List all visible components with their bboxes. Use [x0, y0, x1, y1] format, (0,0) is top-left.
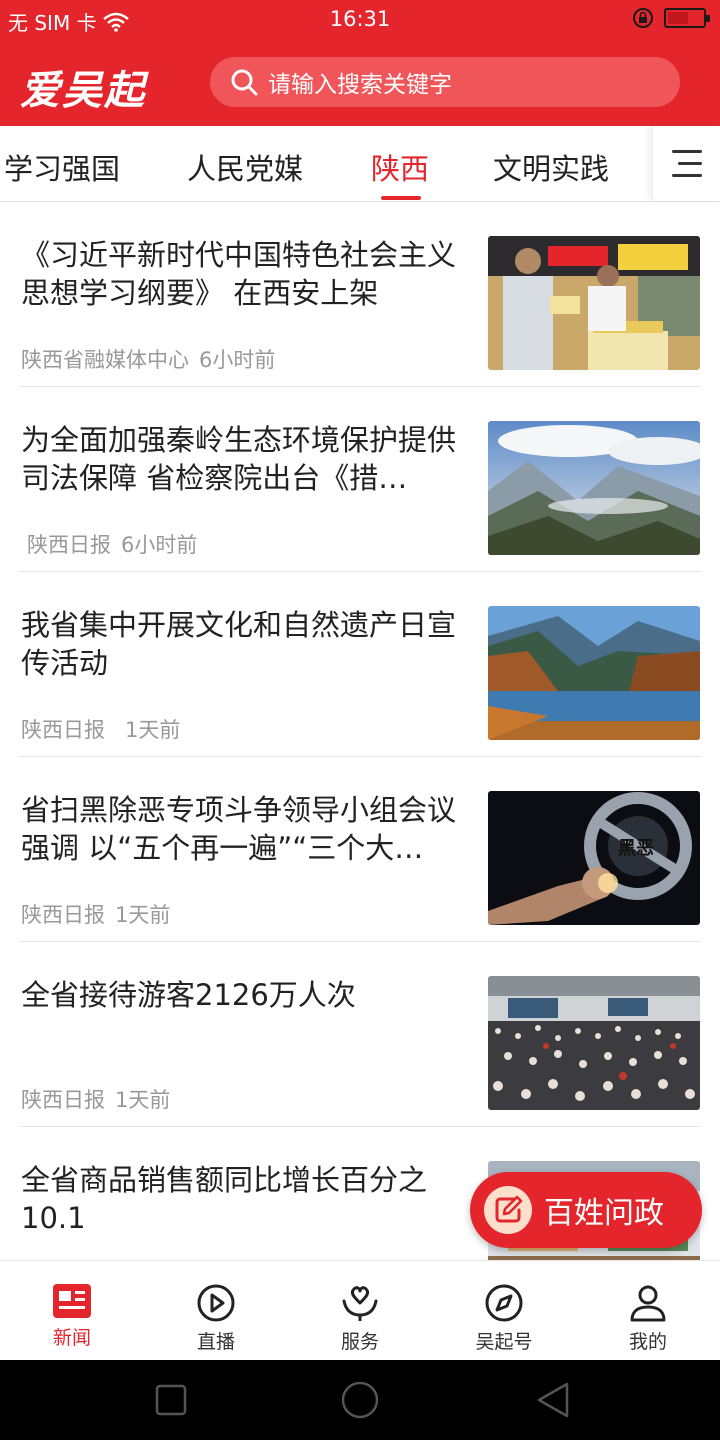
news-source: 陕西日报 [21, 1088, 105, 1112]
news-source: 陕西省融媒体中心 [21, 348, 189, 372]
news-meta: 陕西日报 1天前 [21, 714, 180, 744]
news-item[interactable]: 省扫黑除恶专项斗争领导小组会议强调 以“五个再一遍”“三个大… 陕西日报 1天前 … [20, 757, 700, 942]
nav-service[interactable]: 服务 [288, 1261, 432, 1360]
news-title: 为全面加强秦岭生态环境保护提供司法保障 省检察院出台《措… [21, 423, 457, 495]
news-time: 1天前 [115, 1088, 171, 1112]
news-meta: 陕西日报 1天前 [21, 1084, 170, 1114]
lake-photo [488, 606, 700, 740]
compass-icon [485, 1284, 523, 1322]
tab-shaanxi[interactable]: 陕西 [371, 146, 429, 188]
nav-news[interactable]: 新闻 [0, 1261, 144, 1360]
battery-icon [664, 8, 710, 28]
rotation-lock-icon [633, 8, 653, 28]
news-time: 1天前 [115, 903, 171, 927]
news-item[interactable]: 为全面加强秦岭生态环境保护提供司法保障 省检察院出台《措… 陕西日报 6小时前 [20, 387, 700, 572]
nav-live[interactable]: 直播 [144, 1261, 288, 1360]
news-icon [53, 1284, 91, 1318]
news-meta: 陕西日报 6小时前 [27, 529, 197, 559]
channel-menu-button[interactable] [652, 126, 720, 201]
news-title: 我省集中开展文化和自然遗产日宣传活动 [21, 608, 457, 680]
nav-mine-label: 我的 [628, 1331, 667, 1353]
nav-live-label: 直播 [196, 1331, 235, 1353]
news-meta: 陕西省融媒体中心 6小时前 [21, 344, 275, 374]
system-nav-bar [0, 1360, 720, 1440]
nav-wuqi-hao-label: 吴起号 [475, 1331, 533, 1353]
news-list: 《习近平新时代中国特色社会主义思想学习纲要》 在西安上架 陕西省融媒体中心 6小时… [0, 202, 720, 1260]
nav-mine[interactable]: 我的 [576, 1261, 720, 1360]
nav-news-label: 新闻 [52, 1327, 91, 1349]
app-header: 无 SIM 卡 16:31 爱吴起 请输入搜索关键字 [0, 0, 720, 126]
fab-label: 百姓问政 [544, 1196, 664, 1231]
edit-icon [484, 1186, 532, 1234]
user-icon [630, 1285, 666, 1322]
tab-wenming-shijian[interactable]: 文明实践 [493, 146, 609, 188]
fist-photo: 黑恶 [488, 791, 700, 925]
nav-wuqi-hao[interactable]: 吴起号 [432, 1261, 576, 1360]
news-source: 陕西日报 [27, 533, 111, 557]
news-time: 6小时前 [199, 348, 276, 372]
search-placeholder: 请输入搜索关键字 [268, 72, 452, 98]
status-bar: 无 SIM 卡 16:31 [0, 0, 720, 40]
news-item[interactable]: 我省集中开展文化和自然遗产日宣传活动 陕西日报 1天前 [20, 572, 700, 757]
recents-icon[interactable] [155, 1382, 187, 1418]
bookstore-photo [488, 236, 700, 370]
public-inquiry-button[interactable]: 百姓问政 [470, 1172, 702, 1248]
svg-text:黑恶: 黑恶 [618, 838, 654, 859]
menu-icon [671, 150, 702, 153]
news-item[interactable]: 全省接待游客2126万人次 陕西日报 1天前 [20, 942, 700, 1127]
news-title: 全省商品销售额同比增长百分之10.1 [21, 1163, 428, 1235]
logo-text: 爱吴起 [20, 67, 146, 114]
news-title: 《习近平新时代中国特色社会主义思想学习纲要》 在西安上架 [21, 238, 457, 310]
crowd-photo [488, 976, 700, 1110]
search-bar[interactable]: 请输入搜索关键字 [210, 57, 680, 107]
search-icon [231, 69, 258, 96]
news-time: 6小时前 [121, 533, 198, 557]
news-time: 1天前 [125, 718, 181, 742]
tab-renmin-dangmei[interactable]: 人民党媒 [187, 146, 303, 188]
app-logo[interactable]: 爱吴起 [20, 58, 146, 116]
active-tab-indicator [381, 196, 421, 200]
tab-xuexi-qiangguo[interactable]: 学习强国 [4, 146, 120, 188]
news-source: 陕西日报 [21, 903, 105, 927]
back-icon[interactable] [535, 1382, 571, 1422]
bottom-nav: 新闻 直播 服务 吴起号 我的 [0, 1260, 720, 1360]
nav-service-label: 服务 [340, 1331, 379, 1353]
news-title: 省扫黑除恶专项斗争领导小组会议强调 以“五个再一遍”“三个大… [21, 793, 457, 865]
news-source: 陕西日报 [21, 718, 105, 742]
clock: 16:31 [329, 7, 391, 31]
play-icon [197, 1284, 235, 1322]
home-icon[interactable] [340, 1382, 380, 1422]
service-icon [342, 1286, 378, 1321]
news-title: 全省接待游客2126万人次 [21, 978, 356, 1012]
channel-tabs: 学习强国 人民党媒 陕西 文明实践 [0, 126, 720, 202]
news-meta: 陕西日报 1天前 [21, 899, 170, 929]
news-item[interactable]: 《习近平新时代中国特色社会主义思想学习纲要》 在西安上架 陕西省融媒体中心 6小时… [20, 202, 700, 387]
mountain-photo [488, 421, 700, 555]
